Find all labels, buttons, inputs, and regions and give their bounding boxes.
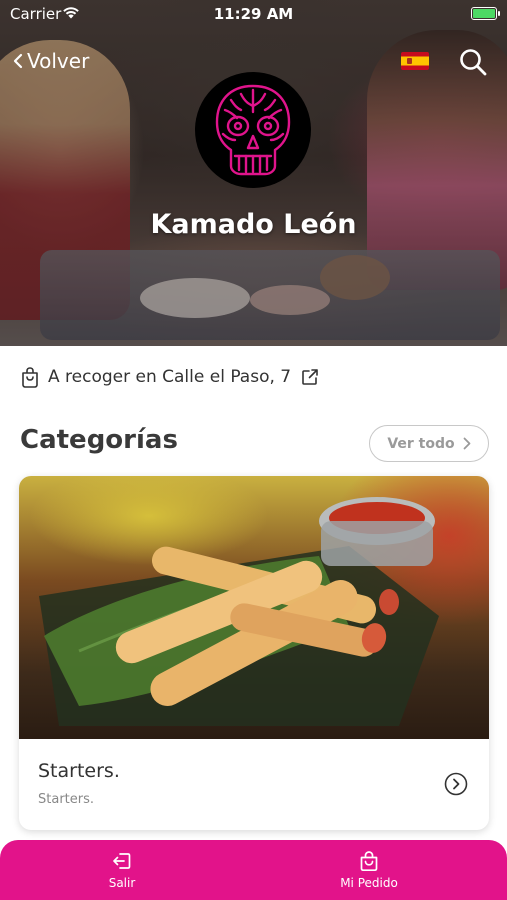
category-card-starters[interactable]: Starters. Starters. [19, 476, 489, 830]
pickup-address: A recoger en Calle el Paso, 7 [48, 367, 292, 387]
bottom-navigation: Salir Mi Pedido [0, 840, 507, 900]
spring-rolls-photo [39, 497, 439, 726]
external-link-icon [302, 369, 318, 385]
tab-logout-label: Salir [108, 876, 136, 890]
restaurant-logo [195, 72, 311, 188]
tab-my-order[interactable]: Mi Pedido [309, 840, 429, 900]
circle-chevron-right-icon[interactable] [444, 772, 468, 796]
battery-icon [471, 7, 500, 20]
hero-banner: Carrier 11:29 AM Volver Kamado León [0, 0, 507, 346]
chevron-right-icon [463, 437, 471, 450]
see-all-button[interactable]: Ver todo [369, 425, 489, 462]
search-icon[interactable] [458, 47, 488, 77]
tab-my-order-label: Mi Pedido [340, 876, 398, 890]
tab-logout[interactable]: Salir [62, 840, 182, 900]
pickup-location-link[interactable]: A recoger en Calle el Paso, 7 [20, 364, 319, 390]
spain-flag-icon[interactable] [401, 52, 429, 70]
categories-title: Categorías [20, 425, 178, 455]
status-bar: Carrier 11:29 AM [0, 0, 507, 28]
logout-icon [113, 853, 131, 869]
clock: 11:29 AM [213, 5, 294, 23]
restaurant-name: Kamado León [150, 209, 357, 240]
shopping-bag-icon [360, 851, 378, 872]
category-name: Starters. [38, 760, 120, 782]
category-image [19, 476, 489, 739]
back-label: Volver [27, 49, 90, 73]
back-button[interactable]: Volver [13, 49, 89, 73]
shopping-bag-icon [22, 367, 38, 388]
skull-logo-icon [215, 84, 291, 176]
see-all-label: Ver todo [387, 435, 455, 452]
chevron-left-icon [13, 53, 23, 69]
category-description: Starters. [38, 792, 95, 807]
